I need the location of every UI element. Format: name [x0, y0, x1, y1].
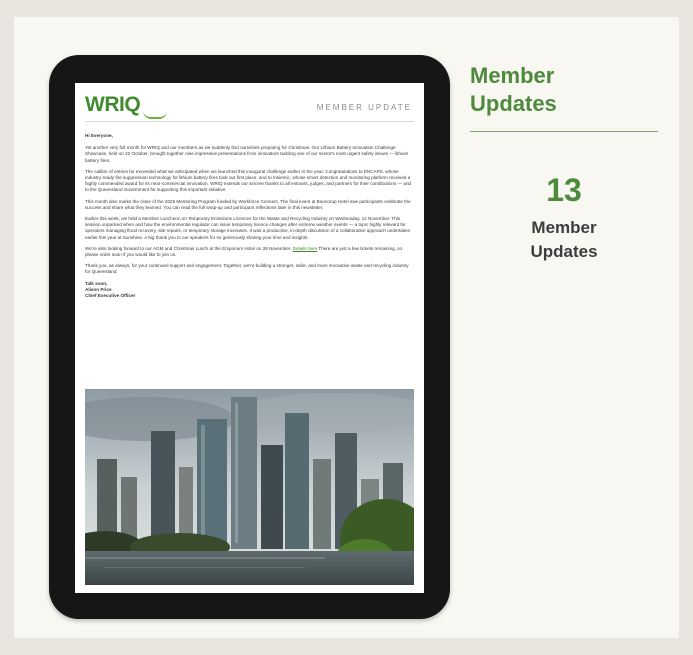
email-header-title: MEMBER UPDATE [316, 103, 412, 112]
wriq-logo: WRIQ [85, 93, 141, 116]
email-greeting: Hi Everyone, [85, 133, 113, 138]
email-paragraph: This month also marks the close of the 2… [85, 198, 411, 210]
email-paragraph: We're also looking forward to our AGM an… [85, 246, 414, 258]
agm-text: We're also looking forward to our AGM an… [85, 245, 292, 251]
section-title: Member Updates [470, 62, 660, 118]
email-paragraph: Yet another very full month for WRIQ and… [85, 145, 409, 163]
logo-swoosh [143, 111, 167, 119]
email-paragraph: The calibre of entries far exceeded what… [85, 168, 412, 193]
details-link[interactable]: Details here [293, 246, 318, 251]
section-title-line2: Updates [470, 91, 557, 116]
email-signoff: Talk soon, Alison Price Chief Executive … [85, 281, 414, 300]
section-title-line1: Member [470, 63, 555, 88]
stat-number: 13 [546, 172, 582, 208]
email-preview: WRIQ MEMBER UPDATE Hi Everyone, Yet anot… [75, 83, 424, 593]
section-divider [470, 131, 658, 132]
stat-label: Member Updates [470, 216, 658, 264]
email-header: WRIQ MEMBER UPDATE [85, 91, 414, 122]
skyline-illustration [85, 389, 414, 585]
stat-label-line1: Member [531, 218, 597, 237]
email-body: Hi Everyone, Yet another very full month… [85, 133, 414, 299]
stat-label-line2: Updates [530, 242, 598, 261]
signoff-role: Chief Executive Officer [85, 293, 136, 299]
tablet-mockup: WRIQ MEMBER UPDATE Hi Everyone, Yet anot… [49, 55, 450, 619]
email-paragraph: Thank you, as always, for your continued… [85, 263, 409, 275]
city-skyline-image [85, 389, 414, 585]
email-paragraph: Earlier this week, we held a Member Lunc… [85, 216, 411, 240]
